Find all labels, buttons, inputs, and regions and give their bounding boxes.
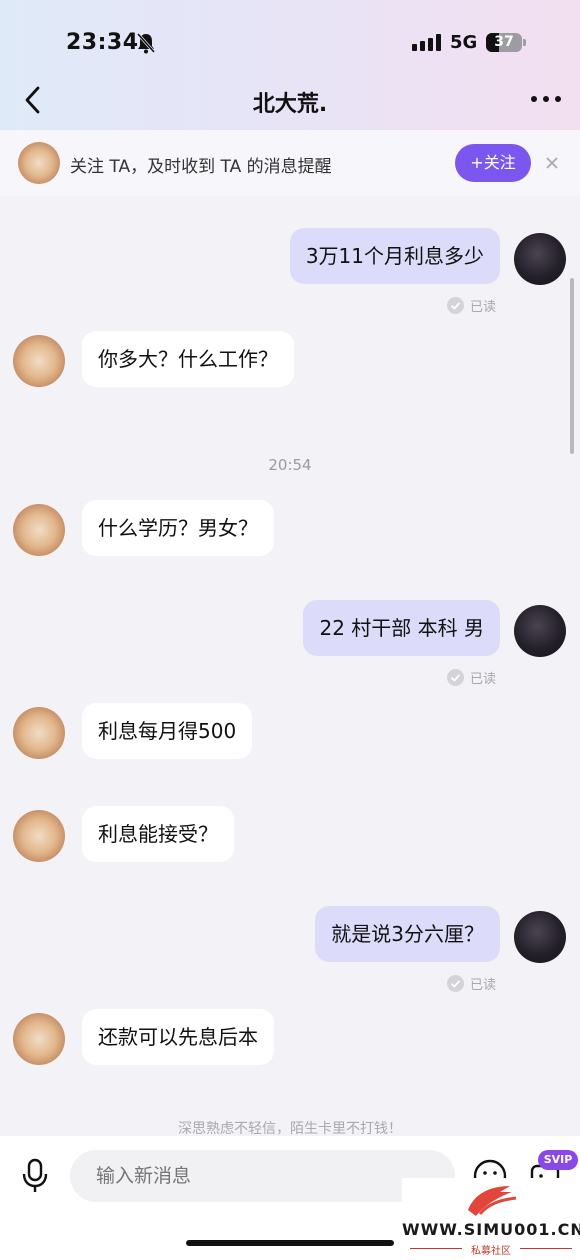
my-avatar[interactable]	[514, 605, 566, 657]
battery-level: 37	[494, 34, 514, 50]
incoming-message[interactable]: 利息能接受？	[82, 806, 234, 862]
follow-button[interactable]: +关注	[455, 144, 531, 182]
bell-muted-icon	[136, 33, 156, 54]
outgoing-message[interactable]: 22 村干部 本科 男	[303, 600, 500, 656]
contact-avatar[interactable]	[13, 1013, 65, 1065]
microphone-icon[interactable]	[20, 1158, 50, 1194]
contact-avatar[interactable]	[13, 335, 65, 387]
read-receipt: 已读	[447, 974, 496, 993]
outgoing-message[interactable]: 就是说3分六厘？	[315, 906, 500, 962]
scrollbar[interactable]	[570, 278, 574, 454]
contact-avatar[interactable]	[13, 707, 65, 759]
incoming-message[interactable]: 还款可以先息后本	[82, 1009, 274, 1065]
read-status: 已读	[470, 978, 497, 993]
svip-badge: SVIP	[538, 1150, 578, 1170]
message-input[interactable]	[70, 1150, 455, 1202]
battery-cap	[523, 39, 526, 46]
watermark: WWW.SIMU001.CN 私募社区	[402, 1178, 580, 1260]
follow-banner-text: 关注 TA，及时收到 TA 的消息提醒	[70, 157, 332, 177]
incoming-message[interactable]: 利息每月得500	[82, 703, 253, 759]
read-receipt: 已读	[447, 296, 496, 315]
network-type: 5G	[450, 32, 478, 53]
read-check-icon	[447, 669, 464, 686]
status-time: 23:34	[66, 30, 139, 55]
incoming-message[interactable]: 你多大？什么工作？	[82, 331, 294, 387]
my-avatar[interactable]	[514, 233, 566, 285]
close-icon[interactable]	[545, 156, 559, 170]
read-check-icon	[447, 297, 464, 314]
contact-avatar[interactable]	[13, 504, 65, 556]
read-status: 已读	[470, 672, 497, 687]
more-dots-icon[interactable]	[530, 94, 562, 104]
read-check-icon	[447, 975, 464, 992]
message-timestamp: 20:54	[268, 456, 312, 474]
watermark-line-right	[520, 1248, 572, 1249]
watermark-logo-icon	[468, 1186, 517, 1216]
watermark-sub: 私募社区	[471, 1246, 511, 1257]
chat-header: 北大荒.	[0, 78, 580, 124]
watermark-site: WWW.SIMU001.CN	[402, 1220, 580, 1239]
safety-disclaimer: 深思熟虑不轻信，陌生卡里不打钱！	[178, 1121, 402, 1137]
read-status: 已读	[470, 300, 497, 315]
outgoing-message[interactable]: 3万11个月利息多少	[289, 228, 500, 284]
contact-avatar[interactable]	[18, 142, 60, 184]
my-avatar[interactable]	[514, 911, 566, 963]
contact-avatar[interactable]	[13, 810, 65, 862]
incoming-message[interactable]: 什么学历？男女？	[82, 500, 274, 556]
status-bar: 23:34 5G 37	[0, 0, 580, 80]
read-receipt: 已读	[447, 668, 496, 687]
battery-icon: 37	[486, 33, 522, 52]
signal-icon	[412, 33, 441, 51]
home-indicator	[186, 1240, 394, 1246]
chat-title: 北大荒.	[252, 92, 328, 117]
follow-banner: 关注 TA，及时收到 TA 的消息提醒 +关注	[0, 130, 580, 196]
